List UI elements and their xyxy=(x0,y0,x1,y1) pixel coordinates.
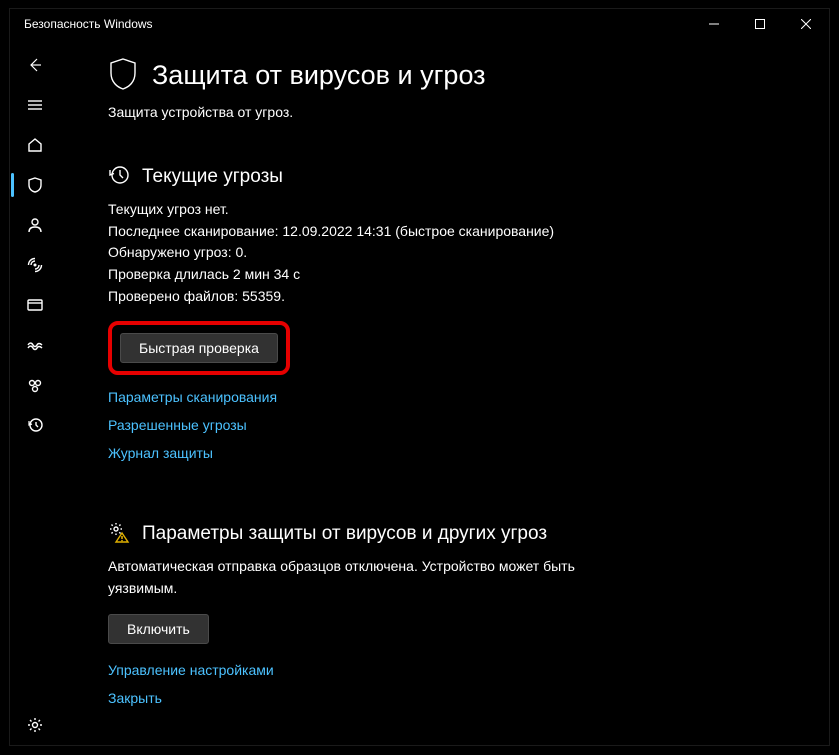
sidebar xyxy=(10,39,60,745)
quick-scan-highlight: Быстрая проверка xyxy=(108,321,290,375)
sidebar-item-device-performance[interactable] xyxy=(11,365,59,405)
sidebar-item-firewall[interactable] xyxy=(11,245,59,285)
close-button[interactable] xyxy=(783,9,829,39)
threats-last-scan: Последнее сканирование: 12.09.2022 14:31… xyxy=(108,221,789,243)
page-subtitle: Защита устройства от угроз. xyxy=(108,104,789,120)
window-controls xyxy=(691,9,829,39)
threats-section-header: Текущие угрозы xyxy=(108,164,789,189)
sidebar-item-settings[interactable] xyxy=(11,705,59,745)
scan-options-link[interactable]: Параметры сканирования xyxy=(108,389,277,405)
threats-found: Обнаружено угроз: 0. xyxy=(108,242,789,264)
threats-status: Текущих угроз нет. xyxy=(108,199,789,221)
close-link[interactable]: Закрыть xyxy=(108,690,162,706)
menu-button[interactable] xyxy=(11,85,59,125)
window: Безопасность Windows xyxy=(9,8,830,746)
quick-scan-button[interactable]: Быстрая проверка xyxy=(120,333,278,363)
window-title: Безопасность Windows xyxy=(24,17,691,31)
settings-section-title: Параметры защиты от вирусов и других угр… xyxy=(142,523,547,545)
enable-button[interactable]: Включить xyxy=(108,614,209,644)
gear-warning-icon xyxy=(108,521,130,546)
minimize-button[interactable] xyxy=(691,9,737,39)
settings-warning: Автоматическая отправка образцов отключе… xyxy=(108,556,628,599)
threats-files: Проверено файлов: 55359. xyxy=(108,286,789,308)
shield-icon xyxy=(108,57,138,94)
protection-history-link[interactable]: Журнал защиты xyxy=(108,445,213,461)
back-button[interactable] xyxy=(11,45,59,85)
threats-duration: Проверка длилась 2 мин 34 с xyxy=(108,264,789,286)
sidebar-item-app-browser-control[interactable] xyxy=(11,285,59,325)
maximize-button[interactable] xyxy=(737,9,783,39)
content-area: Защита от вирусов и угроз Защита устройс… xyxy=(60,39,829,745)
sidebar-item-device-security[interactable] xyxy=(11,325,59,365)
threats-section-title: Текущие угрозы xyxy=(142,166,283,188)
sidebar-item-virus-protection[interactable] xyxy=(11,165,59,205)
manage-settings-link[interactable]: Управление настройками xyxy=(108,662,274,678)
sidebar-item-account-protection[interactable] xyxy=(11,205,59,245)
sidebar-item-home[interactable] xyxy=(11,125,59,165)
titlebar: Безопасность Windows xyxy=(10,9,829,39)
allowed-threats-link[interactable]: Разрешенные угрозы xyxy=(108,417,247,433)
page-title: Защита от вирусов и угроз xyxy=(152,60,486,91)
page-header: Защита от вирусов и угроз xyxy=(108,57,789,94)
history-icon xyxy=(108,164,130,189)
settings-section-header: Параметры защиты от вирусов и других угр… xyxy=(108,521,789,546)
sidebar-item-protection-history[interactable] xyxy=(11,405,59,445)
